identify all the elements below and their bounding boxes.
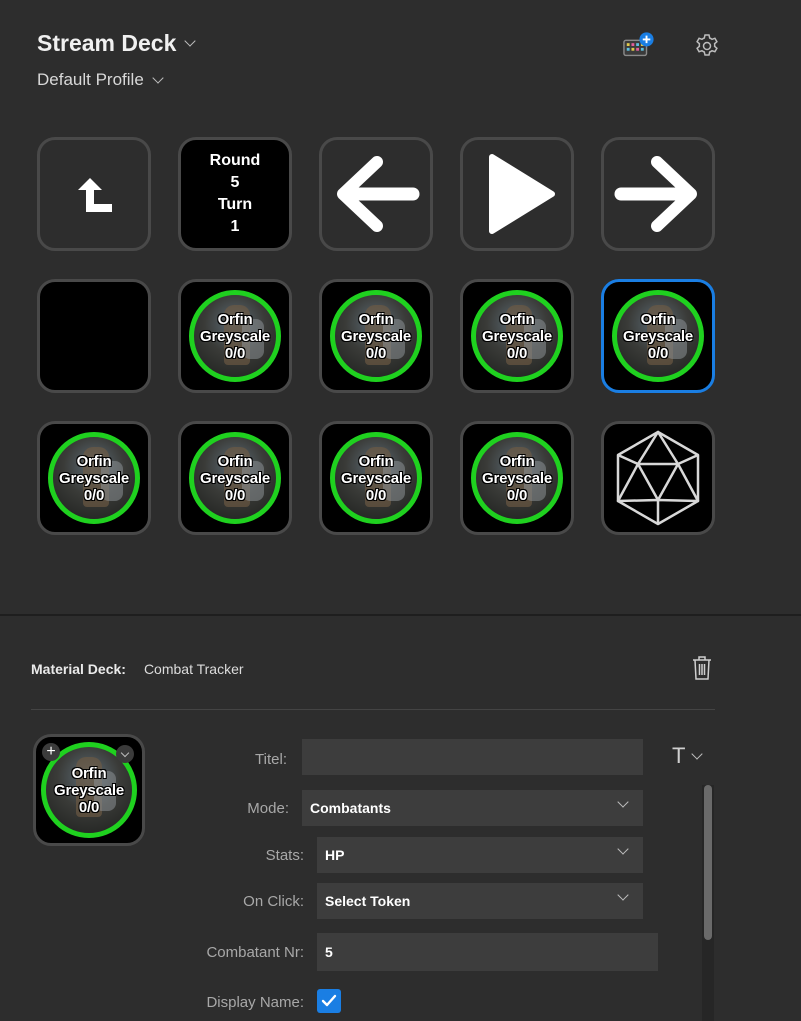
chevron-down-icon bbox=[691, 747, 704, 760]
add-state-button[interactable]: + bbox=[42, 743, 60, 761]
text-icon: T bbox=[672, 743, 686, 768]
profile-selector[interactable]: Default Profile bbox=[37, 70, 164, 90]
key-combatant-selected[interactable]: Orfin Greyscale 0/0 bbox=[601, 279, 715, 393]
combatant-nr-label: Combatant Nr: bbox=[206, 944, 304, 961]
stats-select[interactable]: HP bbox=[317, 837, 643, 873]
arrow-left-icon bbox=[337, 156, 420, 232]
key-round-turn[interactable]: Round 5 Turn 1 bbox=[178, 137, 292, 251]
key-next[interactable] bbox=[601, 137, 715, 251]
arrow-right-icon bbox=[614, 156, 697, 232]
titel-label: Titel: bbox=[255, 751, 287, 768]
stats-value: HP bbox=[325, 847, 345, 863]
key-combatant[interactable]: Orfin Greyscale 0/0 bbox=[460, 421, 574, 535]
key-combatant[interactable]: Orfin Greyscale 0/0 bbox=[178, 279, 292, 393]
key-preview[interactable]: + Orfin Greyscale 0/0 bbox=[33, 734, 145, 846]
token-portrait: Orfin Greyscale 0/0 bbox=[330, 432, 422, 524]
play-icon bbox=[489, 154, 555, 234]
scrollbar-thumb[interactable] bbox=[704, 785, 712, 940]
chevron-down-icon bbox=[617, 889, 629, 901]
key-grid: Round 5 Turn 1 Orfin Greyscale 0/0 Orfin… bbox=[37, 137, 715, 535]
chevron-down-icon bbox=[617, 796, 629, 808]
store-plus-icon[interactable] bbox=[623, 30, 655, 62]
panel-divider bbox=[0, 614, 801, 616]
round-turn-label: Round 5 Turn 1 bbox=[209, 152, 261, 235]
app-title: Stream Deck bbox=[37, 30, 177, 56]
text-format-button[interactable]: T bbox=[672, 743, 704, 769]
display-name-label: Display Name: bbox=[206, 994, 304, 1011]
onclick-select[interactable]: Select Token bbox=[317, 883, 643, 919]
key-back[interactable] bbox=[37, 137, 151, 251]
action-name: Combat Tracker bbox=[143, 661, 244, 677]
combatant-nr-input[interactable]: 5 bbox=[317, 933, 658, 971]
key-combatant[interactable]: Orfin Greyscale 0/0 bbox=[37, 421, 151, 535]
d20-icon bbox=[616, 430, 700, 526]
token-portrait: Orfin Greyscale 0/0 bbox=[189, 290, 281, 382]
display-name-checkbox[interactable] bbox=[317, 989, 341, 1013]
mode-select[interactable]: Combatants bbox=[302, 790, 643, 826]
device-selector[interactable]: Stream Deck bbox=[37, 30, 197, 57]
titel-input[interactable] bbox=[302, 739, 643, 775]
token-portrait: Orfin Greyscale 0/0 bbox=[189, 432, 281, 524]
key-empty[interactable] bbox=[37, 279, 151, 393]
header: Stream Deck Default Profile bbox=[37, 30, 767, 100]
stats-label: Stats: bbox=[265, 847, 304, 864]
token-portrait: Orfin Greyscale 0/0 bbox=[330, 290, 422, 382]
trash-icon[interactable] bbox=[691, 655, 715, 683]
image-options-button[interactable] bbox=[116, 745, 134, 763]
chevron-down-icon bbox=[152, 71, 164, 84]
key-combatant[interactable]: Orfin Greyscale 0/0 bbox=[460, 279, 574, 393]
back-arrow-icon bbox=[78, 178, 112, 212]
key-combatant[interactable]: Orfin Greyscale 0/0 bbox=[319, 421, 433, 535]
inspector-header: Material Deck: Combat Tracker bbox=[31, 661, 244, 677]
chevron-down-icon bbox=[617, 843, 629, 855]
token-portrait: Orfin Greyscale 0/0 bbox=[471, 432, 563, 524]
gear-icon[interactable] bbox=[691, 30, 723, 62]
key-play[interactable] bbox=[460, 137, 574, 251]
mode-label: Mode: bbox=[247, 800, 289, 817]
checkmark-icon bbox=[321, 994, 337, 1007]
plugin-name: Material Deck: bbox=[31, 661, 126, 677]
profile-name: Default Profile bbox=[37, 70, 144, 89]
key-dice[interactable] bbox=[601, 421, 715, 535]
onclick-value: Select Token bbox=[325, 893, 411, 909]
key-previous[interactable] bbox=[319, 137, 433, 251]
onclick-label: On Click: bbox=[243, 893, 304, 910]
key-combatant[interactable]: Orfin Greyscale 0/0 bbox=[319, 279, 433, 393]
chevron-down-icon bbox=[120, 748, 130, 757]
token-portrait: Orfin Greyscale 0/0 bbox=[48, 432, 140, 524]
mode-value: Combatants bbox=[310, 800, 391, 816]
key-combatant[interactable]: Orfin Greyscale 0/0 bbox=[178, 421, 292, 535]
chevron-down-icon bbox=[184, 35, 197, 47]
token-portrait: Orfin Greyscale 0/0 bbox=[471, 290, 563, 382]
token-portrait: Orfin Greyscale 0/0 bbox=[612, 290, 704, 382]
inspector-separator bbox=[31, 709, 715, 710]
